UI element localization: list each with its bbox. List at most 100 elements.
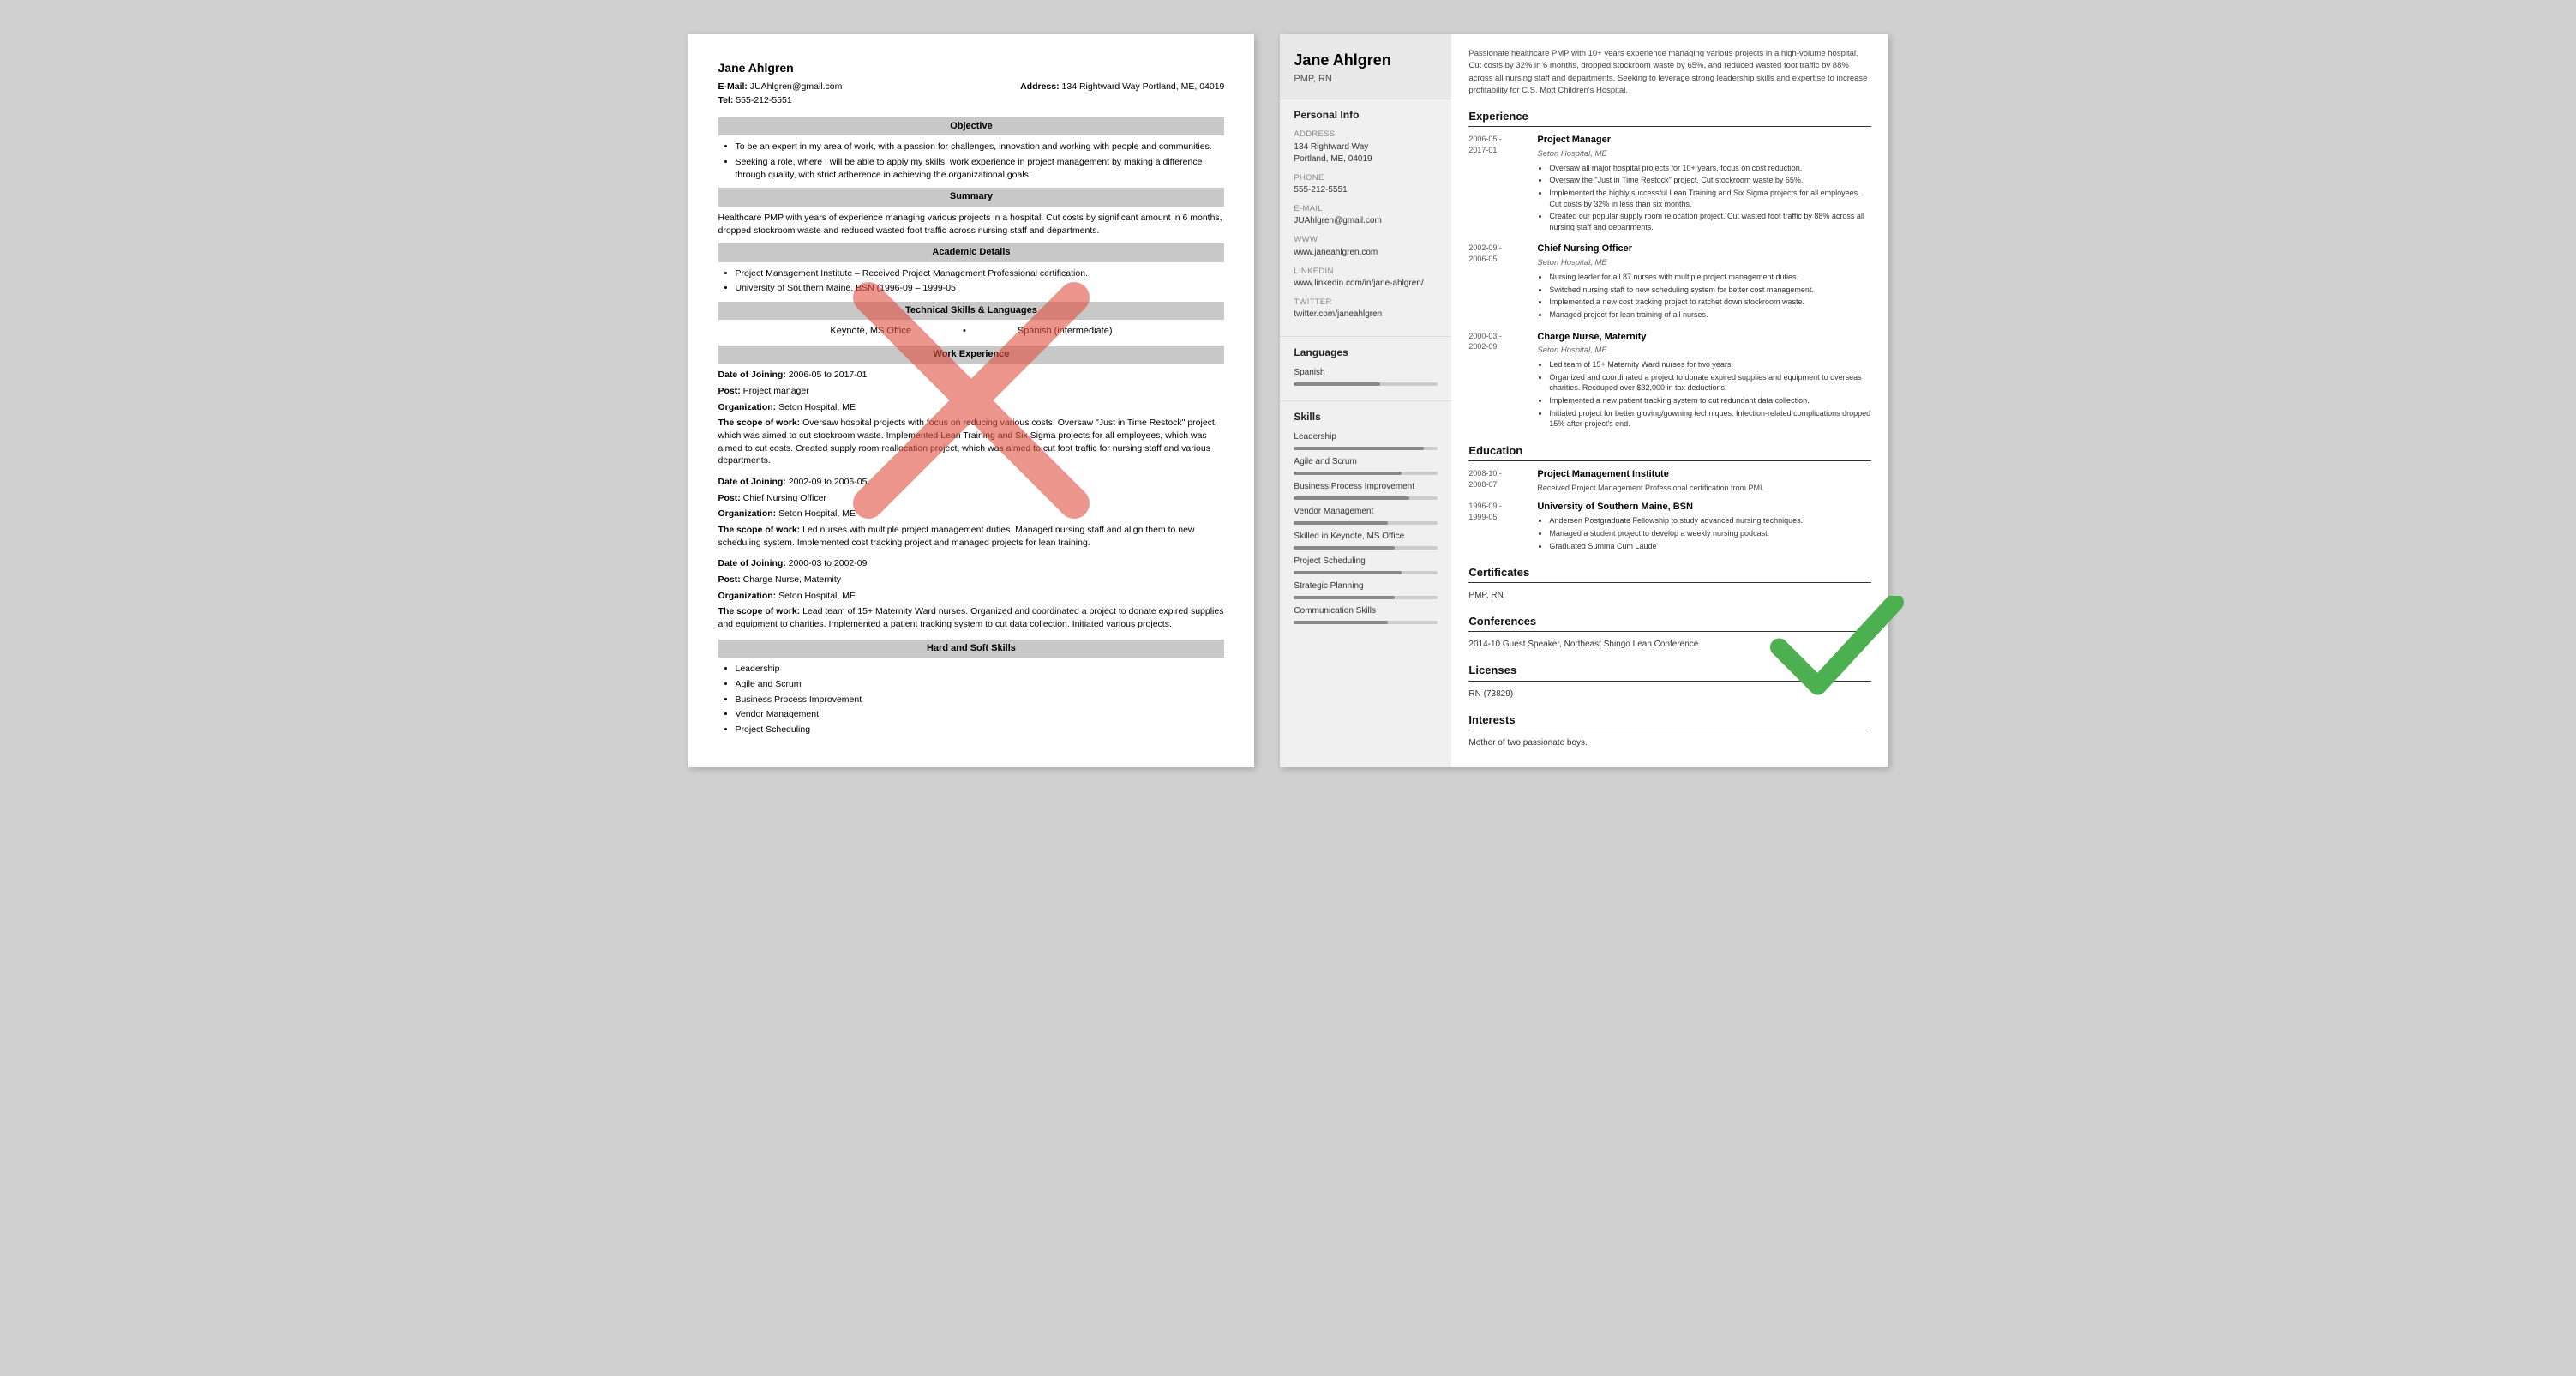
objective-item-2: Seeking a role, where I will be able to … [736, 156, 1225, 181]
work1-date: Date of Joining: 2006-05 to 2017-01 [718, 369, 1225, 382]
work1-post: Post: Project manager [718, 385, 1225, 398]
exp2-title: Chief Nursing Officer [1537, 243, 1870, 255]
personal-info-title: Personal Info [1294, 108, 1438, 123]
skills-section: Skills Leadership Agile and Scrum Busine… [1280, 400, 1451, 639]
lang-spanish-fill [1294, 382, 1380, 386]
skills-title: Skills [1294, 410, 1438, 424]
objective-list: To be an expert in my area of work, with… [736, 141, 1225, 181]
skill-keynote: Skilled in Keynote, MS Office [1294, 531, 1438, 543]
skill-leadership: Leadership [1294, 431, 1438, 443]
edu2-details: University of Southern Maine, BSN Anders… [1537, 501, 1870, 553]
work3-org: Organization: Seton Hospital, ME [718, 590, 1225, 603]
sidebar: Jane Ahlgren PMP, RN Personal Info Addre… [1280, 34, 1451, 767]
experience-title: Experience [1468, 109, 1870, 127]
hs-item-2: Agile and Scrum [736, 678, 1225, 691]
hs-item-1: Leadership [736, 663, 1225, 676]
academic-item-2: University of Southern Maine, BSN (1996-… [736, 282, 1225, 295]
address-value: 134 Rightward WayPortland, ME, 04019 [1294, 141, 1438, 165]
exp3-bullets: Led team of 15+ Maternity Ward nurses fo… [1549, 359, 1870, 430]
skill-2: Spanish (intermediate) [1018, 325, 1113, 338]
exp2-details: Chief Nursing Officer Seton Hospital, ME… [1537, 243, 1870, 321]
hs-item-3: Business Process Improvement [736, 694, 1225, 706]
academic-header: Academic Details [718, 243, 1225, 261]
main-content: Passionate healthcare PMP with 10+ years… [1451, 34, 1888, 767]
linkedin-label: LinkedIn [1294, 266, 1438, 277]
edu2-degree: University of Southern Maine, BSN [1537, 501, 1870, 514]
skills-row: Keynote, MS Office • Spanish (intermedia… [718, 325, 1225, 338]
resume-good: Jane Ahlgren PMP, RN Personal Info Addre… [1280, 34, 1888, 767]
exp-entry-1: 2006-05 -2017-01 Project Manager Seton H… [1468, 134, 1870, 234]
technical-header: Technical Skills & Languages [718, 302, 1225, 320]
exp2-bullets: Nursing leader for all 87 nurses with mu… [1549, 272, 1870, 320]
hard-soft-list: Leadership Agile and Scrum Business Proc… [736, 663, 1225, 736]
exp1-bullets: Oversaw all major hospital projects for … [1549, 163, 1870, 233]
left-email-label: E-Mail: JUAhlgren@gmail.com [718, 81, 843, 93]
academic-item-1: Project Management Institute – Received … [736, 267, 1225, 280]
hs-item-4: Vendor Management [736, 708, 1225, 721]
work2-date: Date of Joining: 2002-09 to 2006-05 [718, 476, 1225, 489]
www-label: www [1294, 234, 1438, 245]
edu-entry-2: 1996-09 -1999-05 University of Southern … [1468, 501, 1870, 553]
skill-comm: Communication Skills [1294, 605, 1438, 617]
left-name: Jane Ahlgren [718, 60, 1225, 77]
exp1-org: Seton Hospital, ME [1537, 148, 1870, 159]
summary-header: Summary [718, 188, 1225, 206]
linkedin-value: www.linkedin.com/in/jane-ahlgren/ [1294, 278, 1438, 290]
work2-post: Post: Chief Nursing Officer [718, 492, 1225, 505]
academic-list: Project Management Institute – Received … [736, 267, 1225, 295]
exp3-date: 2000-03 -2002-09 [1468, 331, 1528, 431]
address-label: Address [1294, 129, 1438, 140]
resume-bad: Jane Ahlgren E-Mail: JUAhlgren@gmail.com… [688, 34, 1255, 767]
skill-bpi: Business Process Improvement [1294, 481, 1438, 493]
work-entry-2: Date of Joining: 2002-09 to 2006-05 Post… [718, 476, 1225, 549]
work-entry-1: Date of Joining: 2006-05 to 2017-01 Post… [718, 369, 1225, 467]
exp1-details: Project Manager Seton Hospital, ME Overs… [1537, 134, 1870, 234]
email-label: E-mail [1294, 203, 1438, 214]
interests-title: Interests [1468, 712, 1870, 730]
edu2-date: 1996-09 -1999-05 [1468, 501, 1528, 553]
phone-value: 555-212-5551 [1294, 184, 1438, 196]
licenses-title: Licenses [1468, 663, 1870, 681]
sidebar-name-block: Jane Ahlgren PMP, RN [1280, 34, 1451, 99]
exp-entry-2: 2002-09 -2006-05 Chief Nursing Officer S… [1468, 243, 1870, 321]
objective-header: Objective [718, 117, 1225, 135]
phone-label: Phone [1294, 172, 1438, 183]
twitter-label: Twitter [1294, 297, 1438, 308]
twitter-value: twitter.com/janeahlgren [1294, 309, 1438, 321]
work-entry-3: Date of Joining: 2000-03 to 2002-09 Post… [718, 557, 1225, 630]
right-title: PMP, RN [1294, 73, 1438, 86]
bullet-sep: • [963, 325, 966, 338]
exp3-details: Charge Nurse, Maternity Seton Hospital, … [1537, 331, 1870, 431]
summary-text: Healthcare PMP with years of experience … [718, 212, 1225, 237]
exp1-date: 2006-05 -2017-01 [1468, 134, 1528, 234]
work-header: Work Experience [718, 346, 1225, 364]
exp3-org: Seton Hospital, ME [1537, 345, 1870, 356]
objective-item-1: To be an expert in my area of work, with… [736, 141, 1225, 153]
edu-entry-1: 2008-10 -2008-07 Project Management Inst… [1468, 468, 1870, 494]
work2-scope: The scope of work: Led nurses with multi… [718, 524, 1225, 549]
exp1-title: Project Manager [1537, 134, 1870, 147]
interest-value: Mother of two passionate boys. [1468, 737, 1870, 749]
left-contact: E-Mail: JUAhlgren@gmail.com Address: 134… [718, 81, 1225, 93]
page-container: Jane Ahlgren E-Mail: JUAhlgren@gmail.com… [688, 34, 1888, 767]
work3-scope: The scope of work: Lead team of 15+ Mate… [718, 605, 1225, 630]
exp2-org: Seton Hospital, ME [1537, 257, 1870, 268]
work1-org: Organization: Seton Hospital, ME [718, 401, 1225, 414]
work2-org: Organization: Seton Hospital, ME [718, 508, 1225, 520]
edu1-date: 2008-10 -2008-07 [1468, 468, 1528, 494]
exp-entry-3: 2000-03 -2002-09 Charge Nurse, Maternity… [1468, 331, 1870, 431]
languages-title: Languages [1294, 346, 1438, 360]
lang-spanish-bar [1294, 382, 1438, 386]
cert-value: PMP, RN [1468, 590, 1870, 602]
skill-vendor: Vendor Management [1294, 506, 1438, 518]
work1-scope: The scope of work: Oversaw hospital proj… [718, 417, 1225, 467]
work3-post: Post: Charge Nurse, Maternity [718, 574, 1225, 586]
hs-item-5: Project Scheduling [736, 724, 1225, 736]
skill-strategic: Strategic Planning [1294, 580, 1438, 592]
right-name: Jane Ahlgren [1294, 50, 1438, 71]
edu1-details: Project Management Institute Received Pr… [1537, 468, 1870, 494]
skill-proj-sched: Project Scheduling [1294, 556, 1438, 568]
certificates-title: Certificates [1468, 565, 1870, 583]
edu1-degree: Project Management Institute [1537, 468, 1870, 481]
email-value: JUAhlgren@gmail.com [1294, 215, 1438, 227]
